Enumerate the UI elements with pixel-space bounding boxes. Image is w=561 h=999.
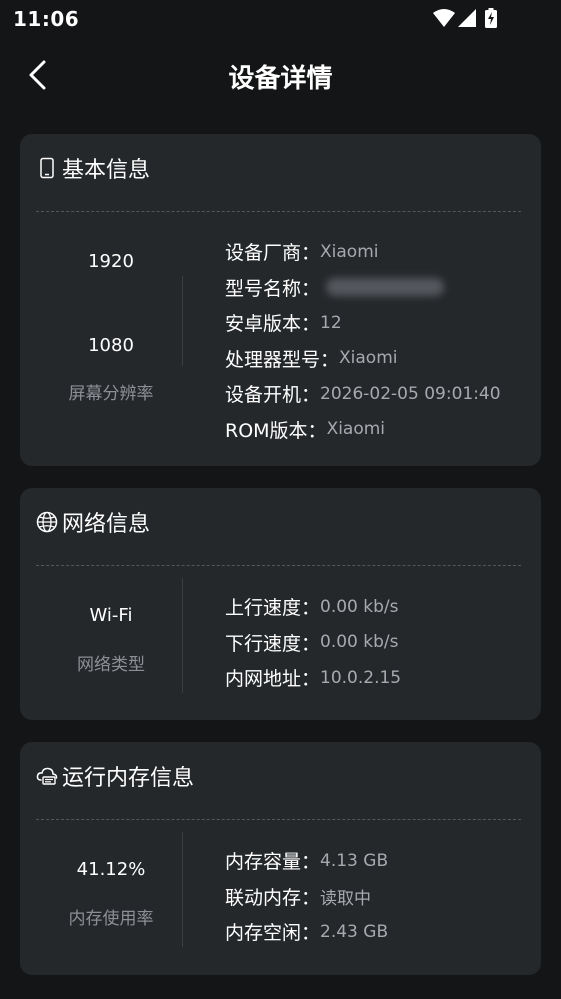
phone-icon (36, 157, 58, 179)
info-row-memory-capacity: 内存容量： 4.13 GB (225, 850, 389, 874)
basic-info-list: 设备厂商： Xiaomi 型号名称： 安卓版本： 12 处理器型号： Xiaom… (225, 234, 501, 447)
info-row-manufacturer: 设备厂商： Xiaomi (225, 241, 379, 265)
battery-charging-icon (485, 8, 497, 28)
network-type-value: Wi-Fi (89, 605, 133, 626)
memory-info-title: 运行内存信息 (62, 766, 195, 791)
network-type-label: 网络类型 (77, 655, 145, 675)
memory-info-divider (36, 819, 521, 820)
page-title: 设备详情 (228, 64, 333, 94)
basic-info-divider (36, 211, 521, 212)
memory-usage-label: 内存使用率 (68, 909, 154, 929)
memory-info-card: 运行内存信息 41.12% 内存使用率 内存容量： 4.13 GB 联动内存： … (20, 742, 541, 975)
resolution-width: 1920 (88, 251, 134, 272)
info-row-model: 型号名称： (225, 270, 501, 306)
model-name-redacted (326, 278, 445, 297)
status-time: 11:06 (13, 7, 80, 31)
basic-info-card: 基本信息 1920 1080 屏幕分辨率 设备厂商： Xiaomi 型号名称： … (20, 134, 541, 466)
cloud-memory-icon (36, 765, 58, 787)
info-row-rom-version: ROM版本： Xiaomi (225, 419, 386, 442)
basic-info-title: 基本信息 (62, 158, 151, 183)
memory-usage-value: 41.12% (76, 859, 146, 880)
resolution-height: 1080 (88, 335, 134, 356)
info-row-linked-memory: 联动内存： 读取中 (225, 886, 372, 909)
memory-info-list: 内存容量： 4.13 GB 联动内存： 读取中 内存空闲： 2.43 GB (225, 843, 388, 950)
info-row-download-speed: 下行速度： 0.00 kb/s (225, 632, 399, 655)
info-row-android-version: 安卓版本： 12 (225, 312, 342, 336)
basic-info-separator (182, 276, 183, 366)
memory-info-header: 运行内存信息 (36, 760, 194, 792)
status-bar: 11:06 (0, 0, 561, 38)
network-info-divider (36, 565, 521, 566)
network-info-card: 网络信息 Wi-Fi 网络类型 上行速度： 0.00 kb/s 下行速度： 0.… (20, 488, 541, 720)
info-row-upload-speed: 上行速度： 0.00 kb/s (225, 596, 399, 620)
globe-icon (36, 511, 58, 533)
memory-info-separator (182, 832, 183, 947)
info-row-processor: 处理器型号： Xiaomi (225, 348, 398, 371)
signal-icon (458, 9, 476, 27)
info-row-memory-free: 内存空闲： 2.43 GB (225, 921, 389, 945)
resolution-label: 屏幕分辨率 (68, 384, 154, 404)
app-bar: 设备详情 (0, 38, 561, 114)
info-row-lan-address: 内网地址： 10.0.2.15 (225, 667, 402, 691)
basic-info-header: 基本信息 (36, 152, 150, 184)
network-info-header: 网络信息 (36, 506, 150, 538)
info-row-boot-time: 设备开机： 2026-02-05 09:01:40 (225, 383, 501, 407)
network-info-separator (182, 578, 183, 693)
network-info-list: 上行速度： 0.00 kb/s 下行速度： 0.00 kb/s 内网地址： 10… (225, 589, 401, 696)
network-info-title: 网络信息 (62, 512, 151, 537)
wifi-icon (433, 9, 455, 27)
